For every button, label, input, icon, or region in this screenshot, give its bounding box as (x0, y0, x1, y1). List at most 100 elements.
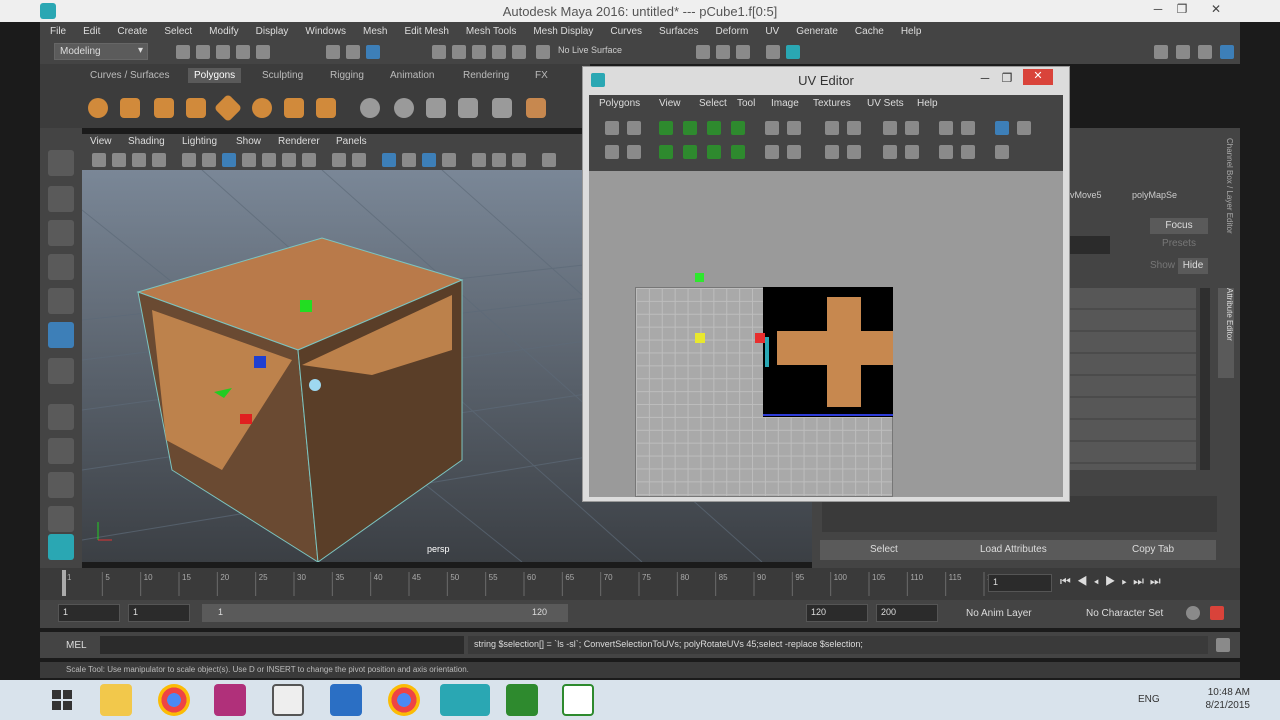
scale-manip-center-handle[interactable] (309, 379, 321, 391)
hypershade-icon[interactable] (766, 45, 780, 59)
hide-button[interactable]: Hide (1178, 258, 1208, 274)
hud-icon[interactable] (542, 153, 556, 167)
wireframe-on-shaded-icon[interactable] (382, 153, 396, 167)
viewport-menu-panels[interactable]: Panels (336, 136, 367, 147)
ambient-occlusion-icon[interactable] (402, 153, 416, 167)
render-settings-icon[interactable] (736, 45, 750, 59)
time-slider[interactable]: 1 5 10 15 20 25 30 35 40 45 50 55 60 65 70 75 80 85 90 95 10… (40, 568, 1240, 600)
load-attributes-button[interactable]: Load Attributes (980, 544, 1047, 555)
attribute-editor-toggle-icon[interactable] (1198, 45, 1212, 59)
auto-key-icon[interactable] (1186, 606, 1200, 620)
bevel-icon[interactable] (526, 98, 546, 118)
command-input[interactable] (100, 636, 464, 654)
uv-grid-icon[interactable] (847, 121, 861, 135)
uv-smudge-icon[interactable] (939, 145, 953, 159)
bookmark-icon[interactable] (132, 153, 146, 167)
viewport-menu-lighting[interactable]: Lighting (182, 136, 217, 147)
playback-end-field[interactable]: 120 (806, 604, 868, 622)
shelf-tab-animation[interactable]: Animation (390, 70, 434, 81)
viewport-menu-show[interactable]: Show (236, 136, 261, 147)
node-name-field[interactable] (1070, 236, 1110, 254)
gamma-icon[interactable] (492, 153, 506, 167)
menu-edit[interactable]: Edit (83, 26, 100, 37)
chrome-icon[interactable] (158, 684, 190, 716)
uv-straighten-icon[interactable] (707, 145, 721, 159)
uv-menu-tool[interactable]: Tool (737, 98, 755, 109)
uv-checker-icon[interactable] (825, 121, 839, 135)
node-tab-polymapse[interactable]: polyMapSe (1132, 190, 1192, 204)
uv-snapshot-icon[interactable] (765, 121, 779, 135)
shelf-tab-polygons[interactable]: Polygons (188, 68, 242, 83)
attribute-scrollbar[interactable] (1200, 288, 1210, 470)
uv-texture-display-icon[interactable] (995, 121, 1009, 135)
uv-align-icon[interactable] (825, 145, 839, 159)
uv-rotate-ccw-icon[interactable] (605, 145, 619, 159)
viewport-menu-view[interactable]: View (90, 136, 112, 147)
script-editor-icon[interactable] (1216, 638, 1230, 652)
uv-rotate-cw-icon[interactable] (627, 145, 641, 159)
menu-mesh-display[interactable]: Mesh Display (533, 26, 593, 37)
xray-icon[interactable] (332, 153, 346, 167)
mirror-icon[interactable] (426, 98, 446, 118)
last-tool-icon[interactable] (48, 358, 74, 384)
attribute-list[interactable] (1070, 288, 1196, 470)
uv-menu-help[interactable]: Help (917, 98, 938, 109)
maximize-button[interactable]: ❐ (1170, 2, 1194, 18)
uv-align-bottom-icon[interactable] (883, 145, 897, 159)
select-component-icon[interactable] (366, 45, 380, 59)
uv-manip-right-handle[interactable] (755, 333, 765, 343)
new-scene-icon[interactable] (176, 45, 190, 59)
uv-pinch-icon[interactable] (961, 145, 975, 159)
smooth-icon[interactable] (458, 98, 478, 118)
uv-flip-v-icon[interactable] (627, 121, 641, 135)
uv-image-icon[interactable] (787, 121, 801, 135)
select-object-icon[interactable] (346, 45, 360, 59)
smooth-shade-icon[interactable] (242, 153, 256, 167)
poly-sphere-icon[interactable] (88, 98, 108, 118)
poly-torus-icon[interactable] (252, 98, 272, 118)
menu-modify[interactable]: Modify (209, 26, 238, 37)
uv-dim-image-icon[interactable] (995, 145, 1009, 159)
camera-attrs-icon[interactable] (112, 153, 126, 167)
live-icon[interactable] (536, 45, 550, 59)
menu-cache[interactable]: Cache (855, 26, 884, 37)
uv-relax-icon[interactable] (961, 121, 975, 135)
uv-menu-view[interactable]: View (659, 98, 681, 109)
uv-cut-icon[interactable] (659, 121, 673, 135)
paint-select-tool-icon[interactable] (48, 220, 74, 246)
chrome-window-icon[interactable] (388, 684, 420, 716)
camtasia-icon[interactable] (506, 684, 538, 716)
uv-texture-view[interactable] (589, 171, 1063, 497)
combine-icon[interactable] (360, 98, 380, 118)
uv-stack-icon[interactable] (847, 145, 861, 159)
poly-cube-icon[interactable] (120, 98, 140, 118)
poly-plane-icon[interactable] (213, 93, 243, 123)
shelf-tab-fx[interactable]: FX (535, 70, 548, 81)
uv-unfold-icon[interactable] (659, 145, 673, 159)
uv-align-left-icon[interactable] (883, 121, 897, 135)
poly-pipe-icon[interactable] (316, 98, 336, 118)
uv-maximize-button[interactable]: ❐ (997, 71, 1017, 85)
minimize-button[interactable]: ─ (1146, 2, 1170, 18)
snap-grid-icon[interactable] (432, 45, 446, 59)
image-plane-icon[interactable] (152, 153, 166, 167)
textured-icon[interactable] (262, 153, 276, 167)
animation-start-field[interactable]: 1 (58, 604, 120, 622)
show-button[interactable]: Show (1150, 260, 1176, 274)
snap-curve-icon[interactable] (452, 45, 466, 59)
maya-taskbar-icon[interactable] (440, 684, 490, 716)
command-language-label[interactable]: MEL (66, 640, 87, 651)
uv-split-icon[interactable] (731, 121, 745, 135)
system-clock[interactable]: 10:48 AM 8/21/2015 (1206, 686, 1251, 712)
poly-cone-icon[interactable] (186, 98, 206, 118)
redo-icon[interactable] (256, 45, 270, 59)
lights-icon[interactable] (282, 153, 296, 167)
save-scene-icon[interactable] (216, 45, 230, 59)
animation-preferences-icon[interactable] (1210, 606, 1224, 620)
current-frame-field[interactable]: 1 (988, 574, 1052, 592)
channel-box-side-tab[interactable]: Channel Box / Layer Editor (1218, 138, 1234, 278)
poly-cylinder-icon[interactable] (154, 98, 174, 118)
uv-minimize-button[interactable]: ─ (975, 71, 995, 85)
uv-manip-top-handle[interactable] (695, 273, 704, 282)
menu-set-dropdown[interactable]: Modeling (54, 43, 148, 60)
